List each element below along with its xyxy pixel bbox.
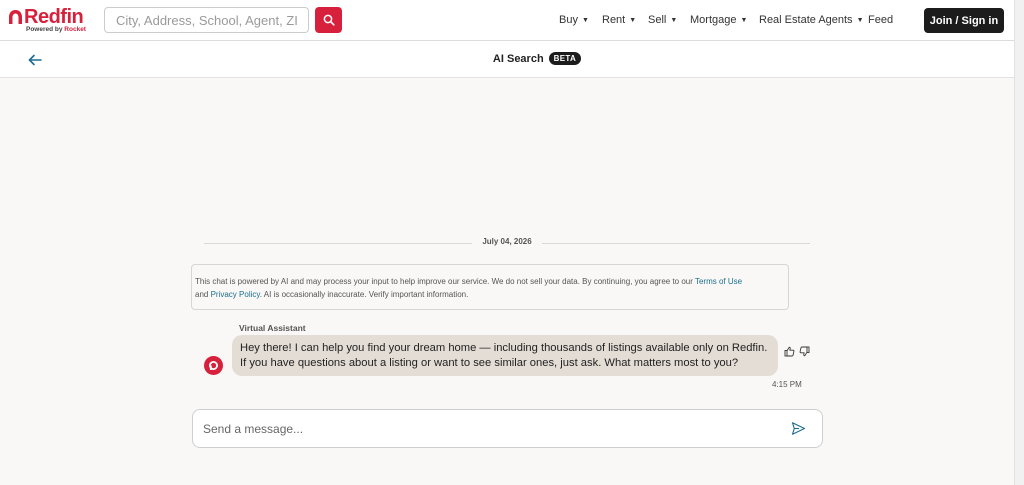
nav-mortgage[interactable]: Mortgage ▼	[690, 14, 747, 26]
thumbs-down-button[interactable]	[799, 346, 810, 357]
caret-down-icon: ▼	[856, 17, 864, 24]
message-composer	[192, 409, 823, 448]
sender-name: Virtual Assistant	[239, 323, 306, 333]
page-title-group: AI Search BETA	[0, 52, 1014, 65]
thumbs-up-button[interactable]	[784, 346, 795, 357]
search-button[interactable]	[315, 7, 342, 33]
nav-feed[interactable]: Feed	[868, 14, 893, 26]
top-header: Redfin Powered by Rocket Buy▼ Rent▼ Sell…	[0, 0, 1014, 41]
date-divider: July 04, 2026	[204, 237, 810, 249]
caret-down-icon: ▼	[629, 17, 637, 24]
date-label: July 04, 2026	[472, 237, 542, 246]
page-title: AI Search	[492, 52, 544, 65]
nav-rent[interactable]: Rent ▼	[602, 14, 636, 26]
join-sign-in-button[interactable]: Join / Sign in	[924, 8, 1004, 33]
ai-disclaimer: This chat is powered by AI and may proce…	[191, 264, 789, 310]
disclaimer-text-3: . AI is occasionally inaccurate. Verify …	[259, 290, 469, 299]
assistant-message-bubble: Hey there! I can help you find your drea…	[232, 335, 778, 376]
nav-buy-label: Buy	[559, 14, 578, 26]
terms-of-use-link[interactable]: Terms of Use	[695, 277, 742, 286]
privacy-policy-link[interactable]: Privacy Policy	[211, 290, 260, 299]
message-feedback	[784, 346, 810, 357]
caret-down-icon: ▼	[581, 17, 589, 24]
search-input[interactable]	[104, 7, 309, 33]
logo-tagline: Powered by Rocket	[26, 26, 86, 33]
message-timestamp: 4:15 PM	[772, 380, 802, 389]
nav-rent-label: Rent	[602, 14, 626, 26]
disclaimer-text-1: This chat is powered by AI and may proce…	[195, 277, 695, 286]
search-icon	[323, 14, 335, 26]
nav-feed-label: Feed	[868, 14, 894, 26]
redfin-logo[interactable]: Redfin Powered by Rocket	[8, 6, 90, 35]
nav-sell[interactable]: Sell ▼	[648, 14, 677, 26]
nav-sell-label: Sell	[648, 14, 667, 26]
redfin-avatar-icon	[209, 361, 218, 370]
nav-real-estate-agents[interactable]: Real Estate Agents ▼	[759, 14, 864, 26]
nav-mortgage-label: Mortgage	[690, 14, 737, 26]
ai-search-subheader: AI Search BETA	[0, 41, 1014, 78]
logo-tagline-brand: Rocket	[64, 26, 86, 33]
message-input[interactable]	[203, 418, 763, 440]
caret-down-icon: ▼	[740, 17, 748, 24]
page-scrollbar[interactable]	[1014, 0, 1024, 485]
assistant-avatar	[204, 356, 223, 375]
thumbs-down-icon	[799, 346, 810, 357]
nav-buy[interactable]: Buy ▼	[559, 14, 589, 26]
thumbs-up-icon	[784, 346, 795, 357]
send-icon	[791, 422, 806, 435]
nav-agents-label: Real Estate Agents	[759, 14, 853, 26]
send-button[interactable]	[791, 421, 807, 437]
date-label-wrap: July 04, 2026	[204, 237, 810, 246]
beta-badge: BETA	[548, 52, 582, 65]
redfin-logo-icon	[9, 10, 22, 24]
logo-tagline-prefix: Powered by	[26, 26, 63, 33]
caret-down-icon: ▼	[670, 17, 678, 24]
